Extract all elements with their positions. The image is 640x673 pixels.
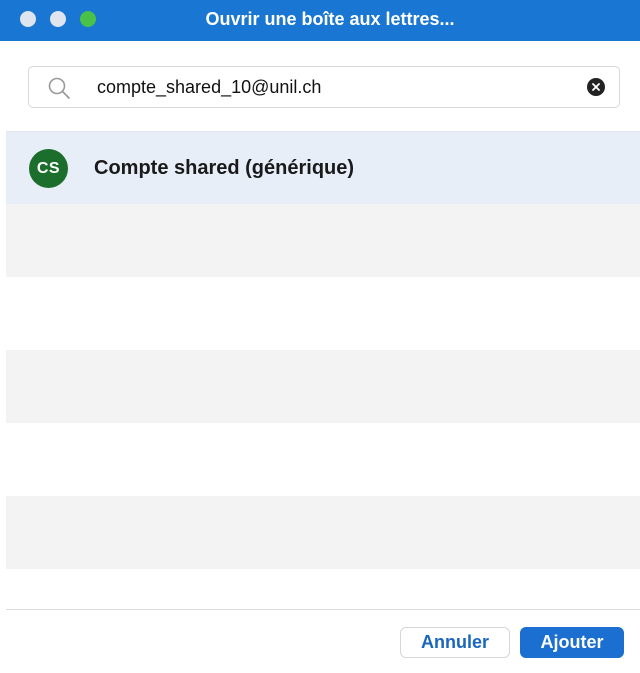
mailbox-name: Compte shared (générique) (94, 157, 355, 179)
empty-row (6, 350, 640, 423)
search-input[interactable] (97, 67, 577, 107)
open-mailbox-dialog: Ouvrir une boîte aux lettres... CS Compt… (0, 0, 640, 673)
footer-divider (6, 609, 640, 610)
list-item[interactable]: CS Compte shared (générique) (6, 131, 640, 204)
empty-row (6, 423, 640, 496)
results-list: CS Compte shared (générique) (6, 131, 640, 569)
search-icon (48, 77, 70, 99)
avatar: CS (29, 149, 68, 188)
empty-row (6, 204, 640, 277)
clear-search-icon[interactable] (587, 78, 605, 96)
search-field[interactable] (28, 66, 620, 108)
empty-row (6, 277, 640, 350)
cancel-button[interactable]: Annuler (400, 627, 510, 658)
add-button[interactable]: Ajouter (520, 627, 624, 658)
empty-row (6, 496, 640, 569)
window-title: Ouvrir une boîte aux lettres... (205, 9, 455, 29)
title-bar: Ouvrir une boîte aux lettres... (0, 0, 640, 41)
